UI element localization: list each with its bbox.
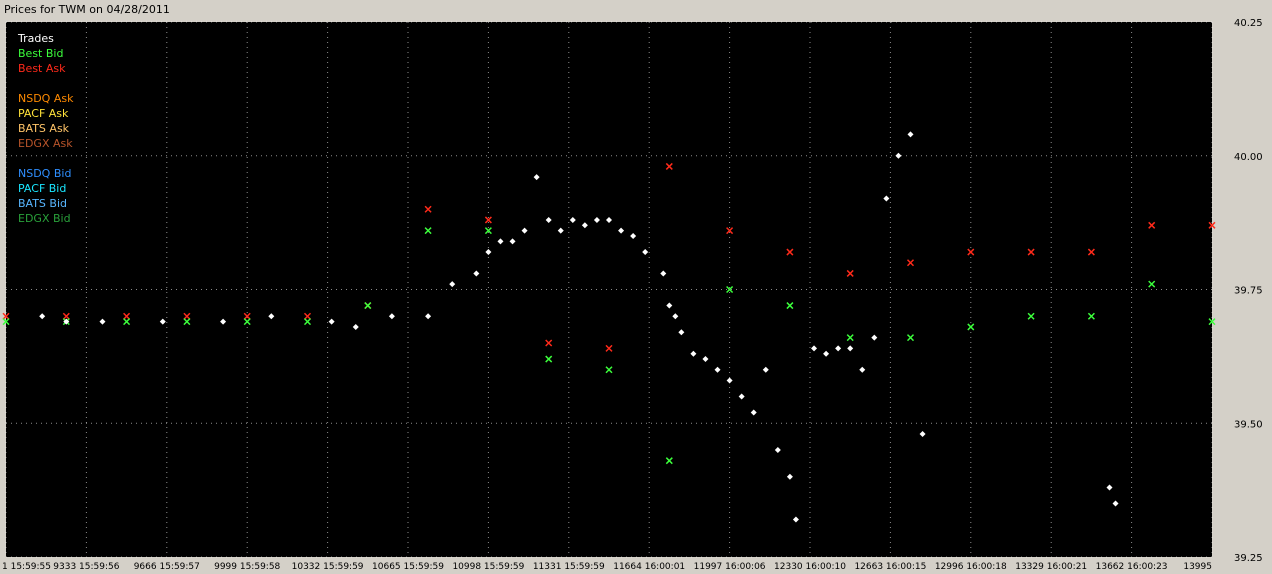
y-tick-label: 39.25 xyxy=(1234,553,1263,564)
x-tick-label: 13329 16:00:21 xyxy=(1015,562,1087,572)
legend-pacf-bid: PACF Bid xyxy=(18,182,67,195)
x-tick-label: 1 15:59:55 xyxy=(2,562,51,572)
y-tick-label: 40.25 xyxy=(1234,18,1263,29)
legend-best-ask: Best Ask xyxy=(18,62,66,75)
y-tick-label: 39.50 xyxy=(1234,419,1263,430)
legend-pacf-ask: PACF Ask xyxy=(18,107,69,120)
legend-nsdq-bid: NSDQ Bid xyxy=(18,167,72,180)
legend-bats-ask: BATS Ask xyxy=(18,122,70,135)
x-tick-label: 10665 15:59:59 xyxy=(372,562,444,572)
y-tick-label: 40.00 xyxy=(1234,152,1263,163)
x-tick-label: 9333 15:59:56 xyxy=(53,562,119,572)
x-tick-label: 12996 16:00:18 xyxy=(935,562,1007,572)
x-tick-label: 11331 15:59:59 xyxy=(533,562,605,572)
legend-trades: Trades xyxy=(18,32,54,45)
x-tick-label: 10998 15:59:59 xyxy=(452,562,524,572)
x-tick-label: 12330 16:00:10 xyxy=(774,562,846,572)
x-tick-label: 13995 xyxy=(1183,562,1212,572)
legend: Trades Best Bid Best Ask NSDQ Ask PACF A… xyxy=(18,31,73,226)
x-tick-label: 13662 16:00:23 xyxy=(1096,562,1168,572)
price-chart[interactable]: 40.25 40.00 39.75 39.50 39.25 1 15:59:55 9333 … xyxy=(0,0,1272,574)
x-tick-label: 9999 15:59:58 xyxy=(214,562,280,572)
legend-nsdq-ask: NSDQ Ask xyxy=(18,92,74,105)
x-tick-label: 12663 16:00:15 xyxy=(854,562,926,572)
legend-edgx-ask: EDGX Ask xyxy=(18,137,73,150)
legend-best-bid: Best Bid xyxy=(18,47,64,60)
x-tick-label: 11997 16:00:06 xyxy=(694,562,766,572)
x-tick-label: 10332 15:59:59 xyxy=(292,562,364,572)
y-tick-label: 39.75 xyxy=(1234,286,1263,297)
legend-bats-bid: BATS Bid xyxy=(18,197,68,210)
x-tick-label: 11664 16:00:01 xyxy=(613,562,685,572)
legend-edgx-bid: EDGX Bid xyxy=(18,212,71,225)
x-tick-label: 9666 15:59:57 xyxy=(134,562,200,572)
